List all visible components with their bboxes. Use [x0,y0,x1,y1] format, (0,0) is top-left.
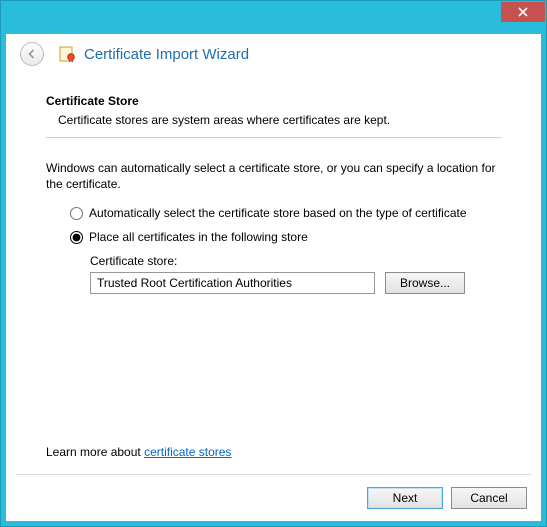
back-button[interactable] [20,42,44,66]
place-all-radio[interactable] [70,231,83,244]
browse-button[interactable]: Browse... [385,272,465,294]
close-button[interactable] [501,2,545,22]
learn-more-prefix: Learn more about [46,445,144,459]
auto-select-radio[interactable] [70,207,83,220]
wizard-header: Certificate Import Wizard [6,34,541,76]
auto-select-label[interactable]: Automatically select the certificate sto… [89,206,467,220]
wizard-content: Certificate Store Certificate stores are… [6,76,541,304]
certificate-icon [58,45,76,63]
section-subtitle: Certificate stores are system areas wher… [58,113,501,127]
wizard-title: Certificate Import Wizard [84,46,249,63]
place-all-label[interactable]: Place all certificates in the following … [89,230,308,244]
cancel-button[interactable]: Cancel [451,487,527,509]
section-description: Windows can automatically select a certi… [46,160,501,192]
learn-more-link[interactable]: certificate stores [144,445,231,459]
learn-more: Learn more about certificate stores [46,445,231,459]
store-field-label: Certificate store: [90,254,501,268]
separator [46,137,501,138]
store-input[interactable] [90,272,375,294]
wizard-footer: Next Cancel [367,487,527,509]
close-icon [518,7,528,17]
back-arrow-icon [26,48,38,60]
store-subgroup: Certificate store: Browse... [90,254,501,294]
footer-separator [16,474,531,475]
wizard-window: Certificate Import Wizard Certificate St… [6,34,541,521]
store-option-group: Automatically select the certificate sto… [70,206,501,294]
next-button[interactable]: Next [367,487,443,509]
section-title: Certificate Store [46,94,501,108]
